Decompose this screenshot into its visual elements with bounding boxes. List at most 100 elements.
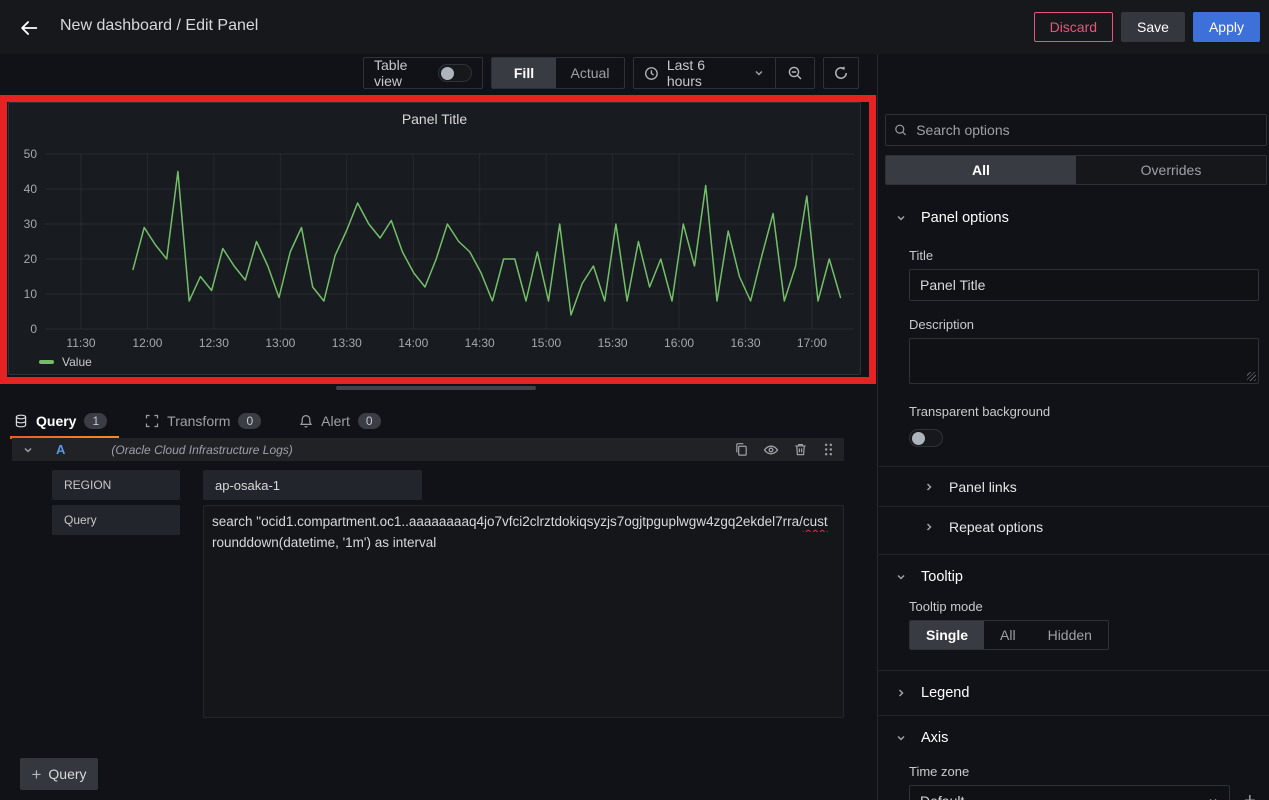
transform-icon [145, 414, 159, 428]
header-actions: Discard Save Apply [1034, 12, 1260, 42]
time-series-chart[interactable]: 0102030405011:3012:0012:3013:0013:3014:0… [9, 131, 860, 371]
tooltip-mode-single[interactable]: Single [910, 621, 984, 649]
svg-text:40: 40 [24, 182, 38, 196]
options-search[interactable] [885, 114, 1267, 146]
options-search-input[interactable] [914, 121, 1258, 139]
add-time-zone-button[interactable]: + [1244, 791, 1256, 800]
time-range-label: Last 6 hours [667, 57, 743, 89]
panel-options-content: Title Description Transparent background [877, 248, 1269, 466]
tab-alert[interactable]: Alert 0 [297, 404, 382, 438]
chevron-down-icon [1207, 795, 1219, 800]
transform-count-badge: 0 [238, 413, 261, 429]
chevron-right-icon [923, 481, 935, 493]
refresh-icon [833, 65, 849, 81]
pane-resize-handle[interactable] [336, 386, 536, 390]
clock-icon [644, 66, 659, 81]
query-row-header[interactable]: A (Oracle Cloud Infrastructure Logs) [12, 438, 844, 461]
actual-option[interactable]: Actual [556, 58, 624, 88]
svg-text:0: 0 [30, 322, 37, 336]
query-text-line2: rounddown(datetime, '1m') as interval [212, 532, 835, 553]
tab-transform-label: Transform [167, 413, 230, 429]
tab-query-label: Query [36, 413, 76, 429]
add-query-label: Query [48, 766, 86, 782]
chart-legend[interactable]: Value [39, 355, 92, 369]
section-title: Repeat options [949, 519, 1043, 535]
back-button[interactable] [16, 15, 42, 41]
region-field-label: REGION [52, 470, 180, 500]
options-sections: Panel options Title Description Transpar… [877, 196, 1269, 800]
svg-text:16:30: 16:30 [730, 336, 760, 350]
tooltip-mode-all[interactable]: All [984, 621, 1032, 649]
title-label: Title [909, 248, 1259, 263]
save-button[interactable]: Save [1121, 12, 1185, 42]
legend-label: Value [62, 355, 92, 369]
zoom-out-button[interactable] [776, 58, 814, 88]
section-title: Axis [921, 730, 948, 746]
zoom-out-icon [787, 65, 803, 81]
add-query-button[interactable]: + Query [20, 758, 98, 790]
table-view-label: Table view [374, 57, 438, 89]
tab-alert-label: Alert [321, 413, 350, 429]
tab-query[interactable]: Query 1 [12, 404, 109, 438]
section-legend[interactable]: Legend [877, 671, 1269, 715]
section-title: Panel links [949, 479, 1017, 495]
fill-actual-group: Fill Actual [491, 57, 625, 89]
tooltip-mode-hidden[interactable]: Hidden [1032, 621, 1108, 649]
table-view-toggle[interactable] [438, 64, 472, 82]
query-field-label: Query [52, 505, 180, 535]
apply-button[interactable]: Apply [1193, 12, 1260, 42]
duplicate-icon[interactable] [734, 442, 749, 457]
table-view-group: Table view [363, 57, 483, 89]
query-row-actions [734, 442, 834, 458]
axis-content: Time zone Default + [877, 764, 1269, 800]
description-textarea[interactable] [909, 338, 1259, 384]
query-text-misspelled: cust [803, 514, 828, 529]
query-text-line1: search "ocid1.compartment.oc1..aaaaaaaaq… [212, 511, 835, 532]
description-label: Description [909, 317, 1259, 332]
drag-handle-icon[interactable] [822, 442, 834, 457]
search-icon [894, 123, 907, 137]
query-count-badge: 1 [84, 413, 107, 429]
chart-panel[interactable]: Panel Title 0102030405011:3012:0012:3013… [8, 102, 861, 375]
datasource-name: (Oracle Cloud Infrastructure Logs) [111, 443, 292, 457]
section-title: Legend [921, 685, 969, 701]
section-panel-options[interactable]: Panel options [877, 196, 1269, 240]
svg-text:17:00: 17:00 [797, 336, 827, 350]
region-field-value[interactable]: ap-osaka-1 [203, 470, 422, 500]
panel-title-input[interactable] [909, 269, 1259, 301]
svg-text:16:00: 16:00 [664, 336, 694, 350]
discard-button[interactable]: Discard [1034, 12, 1113, 42]
section-axis[interactable]: Axis [877, 716, 1269, 760]
section-panel-links[interactable]: Panel links [879, 466, 1269, 506]
tab-all[interactable]: All [886, 156, 1076, 184]
svg-text:15:30: 15:30 [598, 336, 628, 350]
time-zone-select[interactable]: Default [909, 785, 1230, 800]
query-ref-id: A [56, 442, 65, 457]
svg-text:12:30: 12:30 [199, 336, 229, 350]
svg-text:14:30: 14:30 [465, 336, 495, 350]
alert-count-badge: 0 [358, 413, 381, 429]
tab-transform[interactable]: Transform 0 [143, 404, 263, 438]
top-header: New dashboard / Edit Panel Discard Save … [0, 0, 1269, 54]
arrow-left-icon [18, 17, 40, 39]
legend-swatch [39, 360, 54, 364]
eye-icon[interactable] [763, 442, 779, 458]
chevron-down-icon [753, 67, 765, 79]
transparent-background-toggle[interactable] [909, 429, 943, 447]
query-code-editor[interactable]: search "ocid1.compartment.oc1..aaaaaaaaq… [203, 505, 844, 718]
trash-icon[interactable] [793, 442, 808, 457]
tab-overrides[interactable]: Overrides [1076, 156, 1266, 184]
fill-option[interactable]: Fill [492, 58, 556, 88]
section-title: Panel options [921, 210, 1009, 226]
svg-text:20: 20 [24, 252, 38, 266]
all-overrides-tabs: All Overrides [885, 155, 1267, 185]
refresh-button[interactable] [823, 57, 859, 89]
tooltip-mode-label: Tooltip mode [909, 599, 1259, 614]
section-tooltip[interactable]: Tooltip [877, 555, 1269, 599]
time-zone-value: Default [920, 793, 964, 800]
chevron-right-icon [895, 687, 907, 699]
collapse-chevron-icon[interactable] [22, 444, 34, 456]
section-repeat-options[interactable]: Repeat options [879, 506, 1269, 546]
time-zone-label: Time zone [909, 764, 1259, 779]
time-range-picker[interactable]: Last 6 hours [634, 58, 776, 88]
